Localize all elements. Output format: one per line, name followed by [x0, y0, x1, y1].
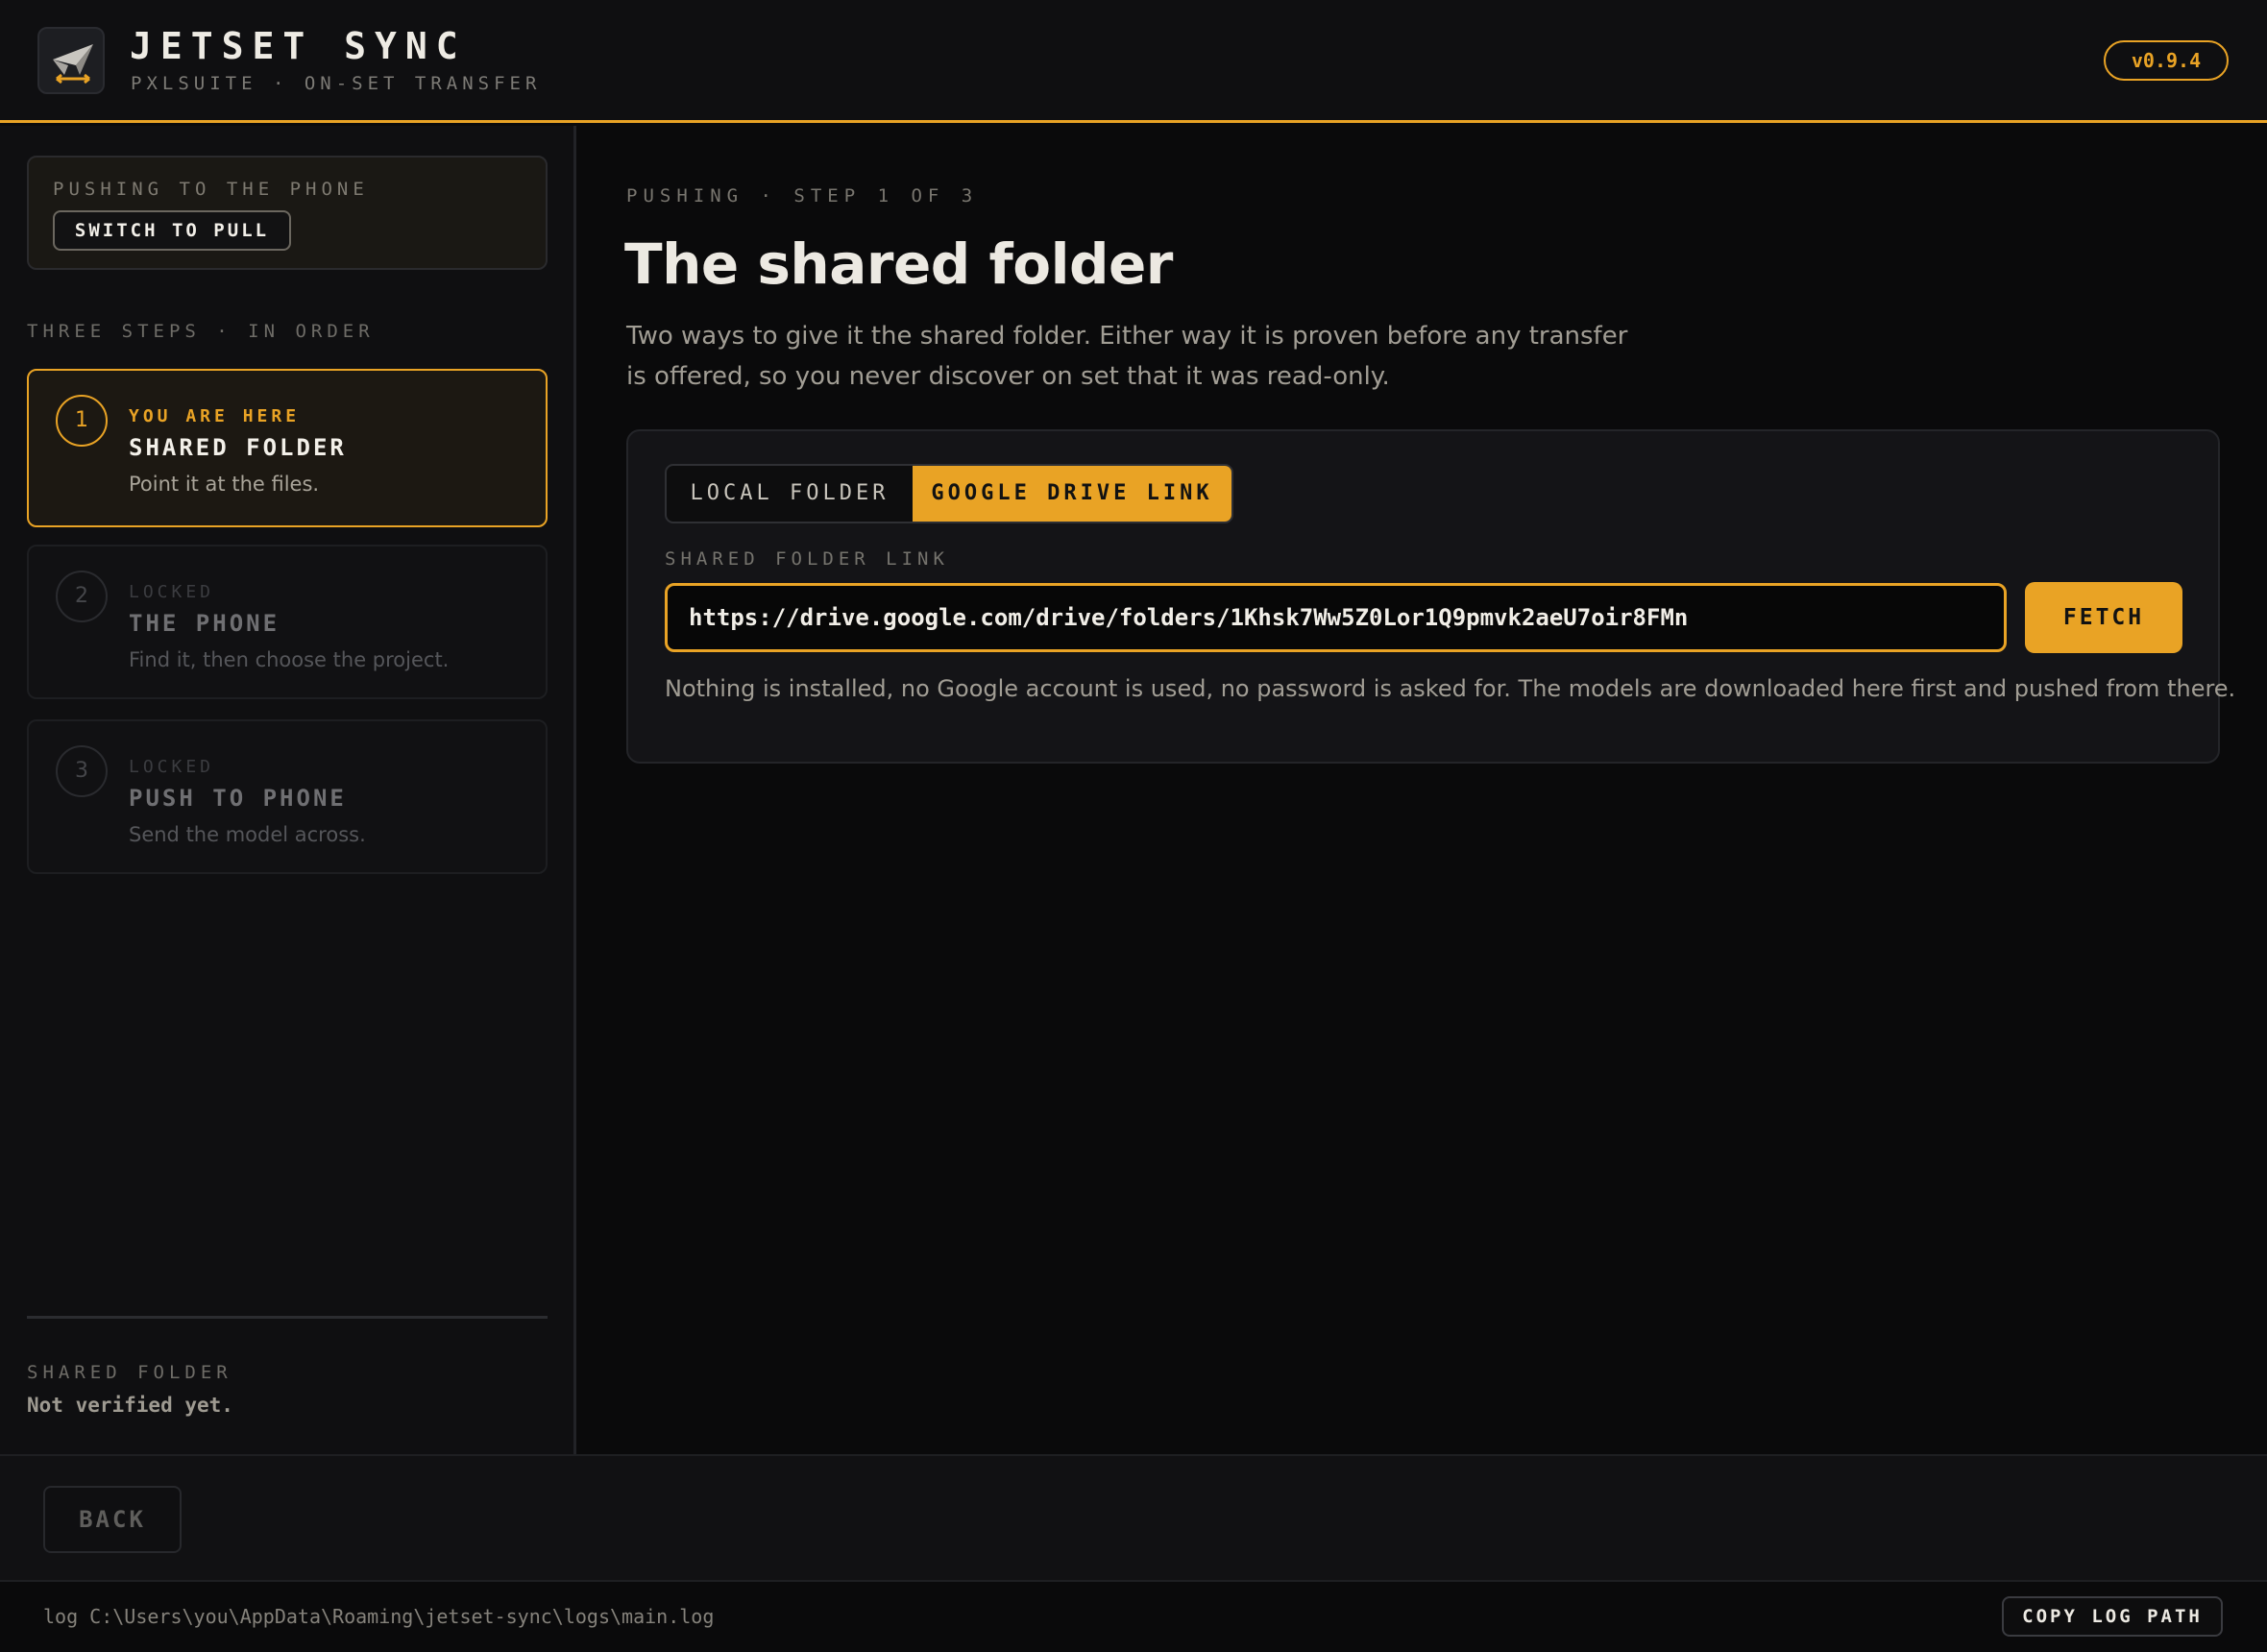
link-field-label: SHARED FOLDER LINK	[665, 548, 949, 570]
step-number: 3	[56, 745, 108, 797]
fetch-button[interactable]: FETCH	[2025, 582, 2182, 653]
copy-log-path-button[interactable]: COPY LOG PATH	[2002, 1596, 2223, 1637]
page-description: Two ways to give it the shared folder. E…	[626, 322, 1628, 391]
tab-local-folder[interactable]: LOCAL FOLDER	[667, 466, 913, 522]
paper-plane-icon	[53, 44, 93, 85]
mode-label: PUSHING TO THE PHONE	[53, 179, 369, 200]
log-bar: log C:\Users\you\AppData\Roaming\jetset-…	[0, 1580, 2267, 1652]
folder-status-value: Not verified yet.	[27, 1394, 233, 1417]
log-path: log C:\Users\you\AppData\Roaming\jetset-…	[43, 1605, 715, 1628]
step-title: PUSH TO PHONE	[129, 785, 347, 812]
source-tabs: LOCAL FOLDER GOOGLE DRIVE LINK	[665, 464, 1233, 523]
step-status: LOCKED	[129, 757, 215, 777]
privacy-note: Nothing is installed, no Google account …	[665, 675, 2236, 702]
step-number: 1	[56, 395, 108, 447]
action-bar: BACK	[0, 1454, 2267, 1580]
back-button[interactable]: BACK	[43, 1486, 182, 1553]
step-status: LOCKED	[129, 582, 215, 602]
step-status: YOU ARE HERE	[129, 406, 301, 426]
step-title: THE PHONE	[129, 610, 280, 637]
step-the-phone: 2 LOCKED THE PHONE Find it, then choose …	[27, 545, 548, 699]
app-header: JETSET SYNC PXLSUITE · ON-SET TRANSFER v…	[0, 0, 2267, 123]
page-title: The shared folder	[624, 231, 1173, 297]
app-title: JETSET SYNC	[130, 25, 467, 67]
folder-status-label: SHARED FOLDER	[27, 1362, 232, 1383]
app-subtitle: PXLSUITE · ON-SET TRANSFER	[131, 73, 542, 94]
step-title: SHARED FOLDER	[129, 434, 347, 461]
sidebar-divider	[27, 1316, 548, 1319]
tab-google-drive-link[interactable]: GOOGLE DRIVE LINK	[913, 466, 1231, 522]
main-content: PUSHING · STEP 1 OF 3 The shared folder …	[579, 126, 2267, 1454]
step-push-to-phone: 3 LOCKED PUSH TO PHONE Send the model ac…	[27, 719, 548, 874]
step-number: 2	[56, 571, 108, 622]
source-panel: LOCAL FOLDER GOOGLE DRIVE LINK SHARED FO…	[626, 429, 2235, 764]
switch-to-pull-button[interactable]: SWITCH TO PULL	[53, 210, 291, 251]
step-description: Point it at the files.	[129, 473, 320, 496]
shared-folder-link-input[interactable]	[665, 583, 2007, 652]
app-logo	[37, 27, 105, 94]
step-shared-folder[interactable]: 1 YOU ARE HERE SHARED FOLDER Point it at…	[27, 369, 548, 527]
mode-card: PUSHING TO THE PHONE SWITCH TO PULL	[27, 156, 548, 270]
version-badge: v0.9.4	[2104, 40, 2229, 81]
step-description: Find it, then choose the project.	[129, 648, 450, 671]
sidebar: PUSHING TO THE PHONE SWITCH TO PULL THRE…	[0, 126, 576, 1454]
step-description: Send the model across.	[129, 823, 366, 846]
steps-heading: THREE STEPS · IN ORDER	[27, 321, 375, 342]
step-eyebrow: PUSHING · STEP 1 OF 3	[626, 185, 979, 206]
